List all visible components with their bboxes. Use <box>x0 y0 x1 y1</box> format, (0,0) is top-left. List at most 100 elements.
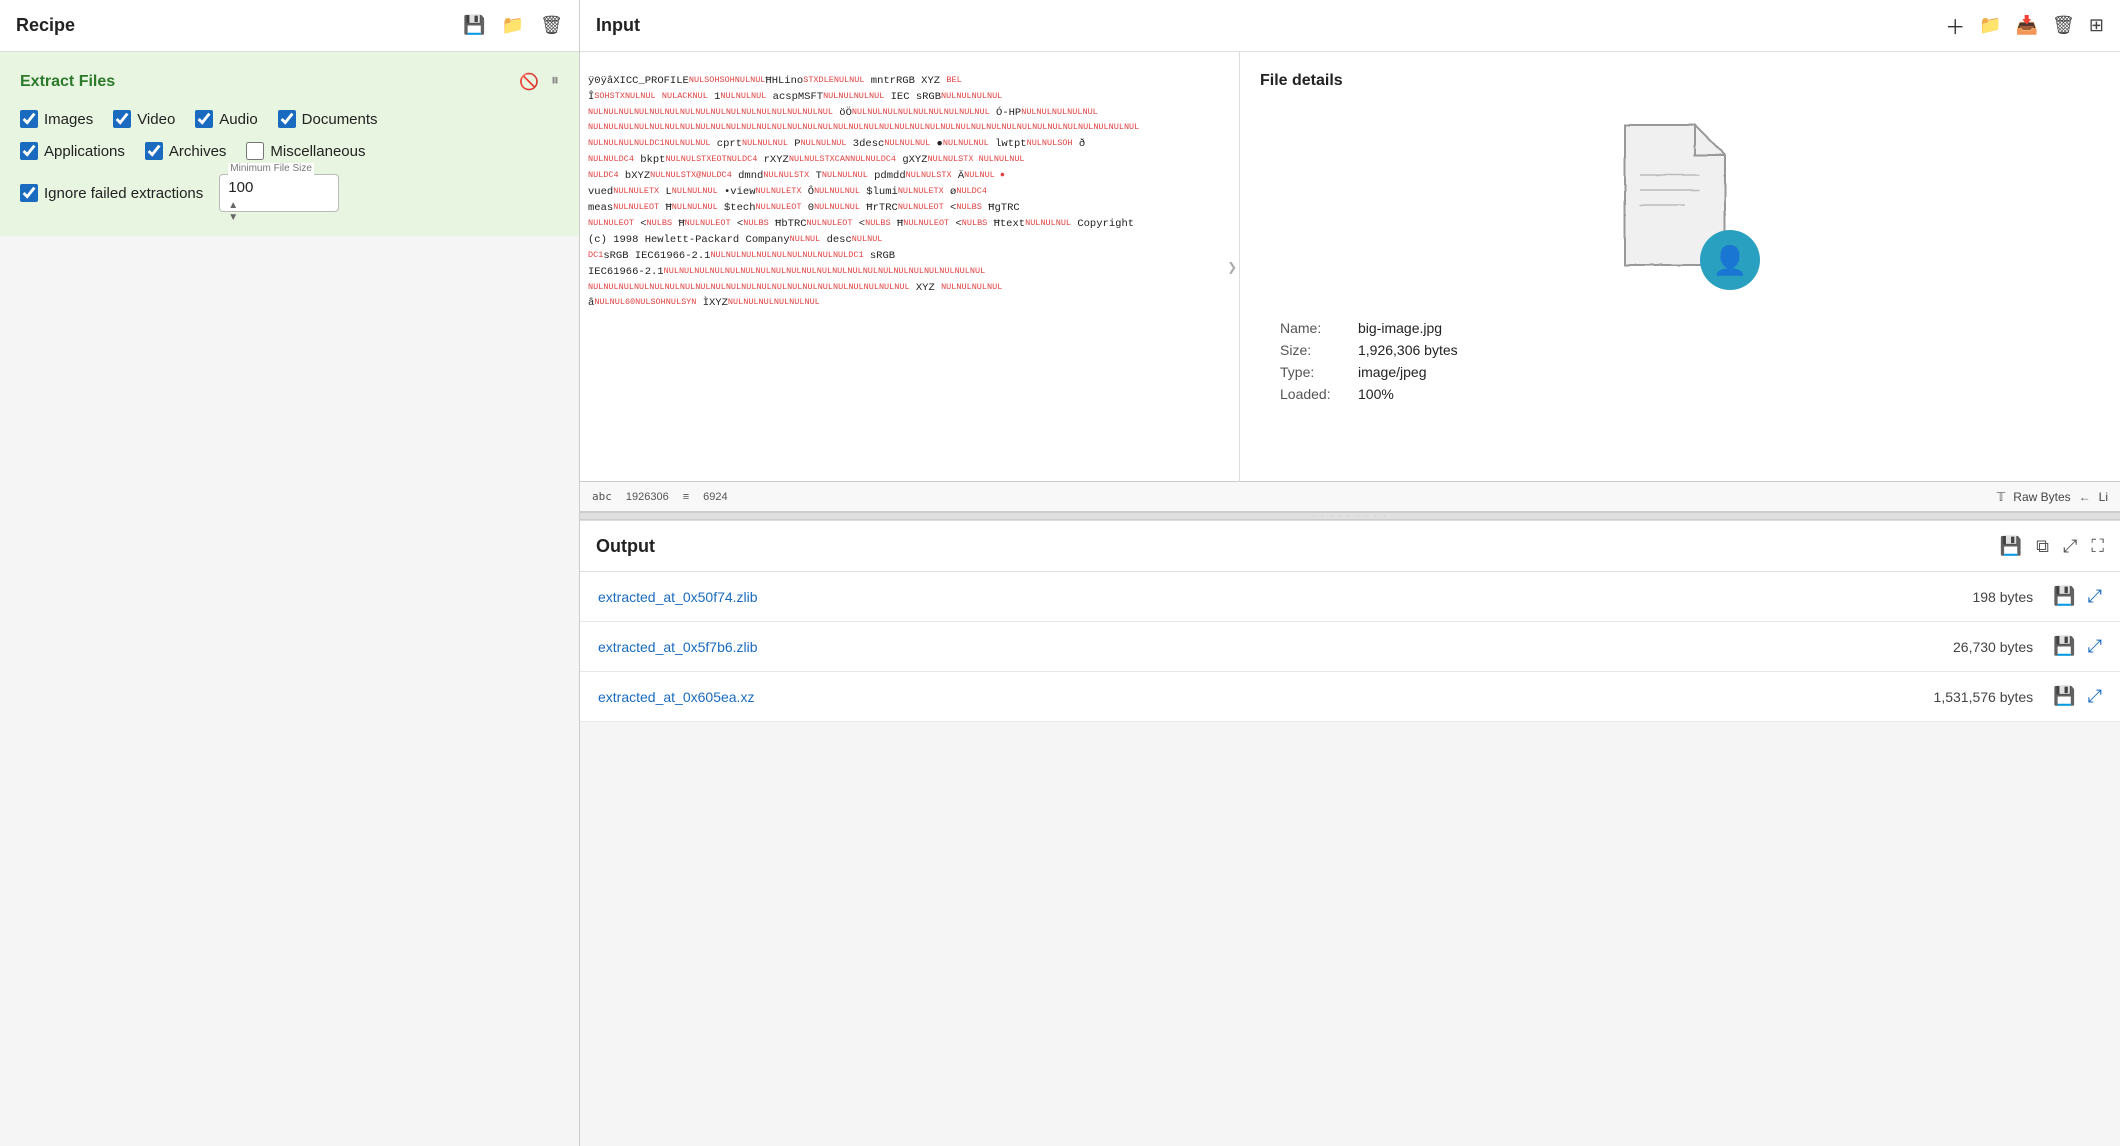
raw-bytes-button[interactable]: Raw Bytes <box>2013 490 2070 504</box>
audio-label: Audio <box>219 111 257 128</box>
font-icon: 𝕋 <box>1997 490 2006 504</box>
type-label: Type: <box>1280 364 1350 380</box>
output-right-2: 26,730 bytes 💾 ⤢ <box>1953 636 2102 657</box>
hex-mode-controls: 𝕋 Raw Bytes ← Li <box>1997 490 2108 504</box>
applications-label: Applications <box>44 143 125 160</box>
person-icon: 👤 <box>1713 244 1748 277</box>
min-size-value: 100 <box>228 179 253 196</box>
folder-icon[interactable]: 📁 <box>502 15 524 36</box>
output-item-3: extracted_at_0x605ea.xz 1,531,576 bytes … <box>580 672 2120 722</box>
miscellaneous-checkbox[interactable] <box>246 142 264 160</box>
output-export-3[interactable]: ⤢ <box>2088 686 2102 707</box>
extract-header-icons: 🚫 ⏸ <box>519 72 559 92</box>
grid-icon[interactable]: ⊞ <box>2089 15 2104 36</box>
recipe-title: Recipe <box>16 15 75 36</box>
hex-scroll-arrow[interactable]: ❯ <box>1227 255 1237 278</box>
extract-files-header: Extract Files 🚫 ⏸ <box>20 72 559 92</box>
right-panel: Input ＋ 📁 📥 🗑 ⊞ ÿ0ÿâXICC_PROFILENULSOHSO… <box>580 0 2120 1146</box>
audio-checkbox[interactable] <box>195 110 213 128</box>
images-checkbox-item[interactable]: Images <box>20 110 93 128</box>
min-size-field-label: Minimum File Size <box>228 163 314 175</box>
extract-files-section: Extract Files 🚫 ⏸ Images Video Audio <box>0 52 579 236</box>
output-item-2: extracted_at_0x5f7b6.zlib 26,730 bytes 💾… <box>580 622 2120 672</box>
output-save-3[interactable]: 💾 <box>2053 686 2075 707</box>
ban-icon[interactable]: 🚫 <box>519 72 539 92</box>
file-type-row-1: Images Video Audio Documents <box>20 110 559 128</box>
arrow-icon: ← <box>2079 490 2091 504</box>
min-size-wrapper: Minimum File Size 100 ▲ ▼ <box>219 174 339 212</box>
output-save-icon[interactable]: 💾 <box>2000 536 2022 557</box>
delete-icon[interactable]: 🗑 <box>2052 15 2075 36</box>
li-button[interactable]: Li <box>2099 490 2108 504</box>
hex-byte-count: 1926306 <box>626 491 669 503</box>
panel-divider[interactable]: · · · · · · · · · <box>580 512 2120 520</box>
size-value: 1,926,306 bytes <box>1358 342 1458 358</box>
spinner-down[interactable]: ▼ <box>228 212 238 223</box>
plus-icon[interactable]: ＋ <box>1945 11 1965 40</box>
hex-view: ÿ0ÿâXICC_PROFILENULSOHSOHNULNULĦHLinoSTX… <box>580 52 1240 481</box>
ignore-failed-checkbox-item[interactable]: Ignore failed extractions <box>20 184 203 202</box>
hex-lines-count: 6924 <box>703 491 727 503</box>
loaded-label: Loaded: <box>1280 386 1350 402</box>
documents-checkbox-item[interactable]: Documents <box>278 110 378 128</box>
video-checkbox[interactable] <box>113 110 131 128</box>
name-label: Name: <box>1280 320 1350 336</box>
input-title: Input <box>596 15 640 36</box>
file-size-row: Size: 1,926,306 bytes <box>1280 342 1458 358</box>
output-export-1[interactable]: ⤢ <box>2088 586 2102 607</box>
min-file-size-row: Ignore failed extractions Minimum File S… <box>20 174 559 212</box>
output-copy-icon[interactable]: ⧉ <box>2036 536 2049 557</box>
video-checkbox-item[interactable]: Video <box>113 110 175 128</box>
name-value: big-image.jpg <box>1358 320 1442 336</box>
archives-label: Archives <box>169 143 227 160</box>
recipe-header: Recipe 💾 📁 🗑 <box>0 0 579 52</box>
audio-checkbox-item[interactable]: Audio <box>195 110 257 128</box>
output-filename-1[interactable]: extracted_at_0x50f74.zlib <box>598 589 758 605</box>
hex-content: ÿ0ÿâXICC_PROFILENULSOHSOHNULNULĦHLinoSTX… <box>588 58 1231 445</box>
output-filename-3[interactable]: extracted_at_0x605ea.xz <box>598 689 754 705</box>
file-type-row-2: Applications Archives Miscellaneous <box>20 142 559 160</box>
output-save-2[interactable]: 💾 <box>2053 636 2075 657</box>
applications-checkbox[interactable] <box>20 142 38 160</box>
min-size-box: Minimum File Size 100 ▲ ▼ <box>219 174 339 212</box>
applications-checkbox-item[interactable]: Applications <box>20 142 125 160</box>
extract-files-title: Extract Files <box>20 73 115 91</box>
output-fullscreen-icon[interactable]: ⛶ <box>2091 536 2104 557</box>
loaded-value: 100% <box>1358 386 1394 402</box>
ignore-failed-checkbox[interactable] <box>20 184 38 202</box>
output-header: Output 💾 ⧉ ⤢ ⛶ <box>580 520 2120 572</box>
import-icon[interactable]: 📥 <box>2016 15 2038 36</box>
output-size-3: 1,531,576 bytes <box>1934 689 2034 705</box>
output-export-2[interactable]: ⤢ <box>2088 636 2102 657</box>
trash-icon[interactable]: 🗑 <box>540 15 563 36</box>
output-item-1: extracted_at_0x50f74.zlib 198 bytes 💾 ⤢ <box>580 572 2120 622</box>
file-name-row: Name: big-image.jpg <box>1280 320 1458 336</box>
images-checkbox[interactable] <box>20 110 38 128</box>
file-type-row: Type: image/jpeg <box>1280 364 1458 380</box>
file-details-panel: File details <box>1240 52 2120 481</box>
output-save-1[interactable]: 💾 <box>2053 586 2075 607</box>
size-label: Size: <box>1280 342 1350 358</box>
output-title: Output <box>596 536 655 557</box>
output-list: extracted_at_0x50f74.zlib 198 bytes 💾 ⤢ … <box>580 572 2120 1146</box>
left-panel: Recipe 💾 📁 🗑 Extract Files 🚫 ⏸ Images <box>0 0 580 1146</box>
new-folder-icon[interactable]: 📁 <box>1979 15 2001 36</box>
spinner-up[interactable]: ▲ <box>228 200 238 211</box>
output-filename-2[interactable]: extracted_at_0x5f7b6.zlib <box>598 639 758 655</box>
output-right-3: 1,531,576 bytes 💾 ⤢ <box>1934 686 2102 707</box>
output-expand-icon[interactable]: ⤢ <box>2063 536 2077 557</box>
save-icon[interactable]: 💾 <box>463 15 485 36</box>
spinner-arrows[interactable]: ▲ ▼ <box>228 200 238 223</box>
archives-checkbox-item[interactable]: Archives <box>145 142 227 160</box>
file-meta: Name: big-image.jpg Size: 1,926,306 byte… <box>1280 320 1458 408</box>
miscellaneous-checkbox-item[interactable]: Miscellaneous <box>246 142 365 160</box>
hex-abc-icon: abc <box>592 490 612 503</box>
pause-icon[interactable]: ⏸ <box>551 72 559 92</box>
file-badge: 👤 <box>1700 230 1760 290</box>
recipe-header-icons: 💾 📁 🗑 <box>463 15 563 36</box>
ignore-failed-label: Ignore failed extractions <box>44 185 203 202</box>
archives-checkbox[interactable] <box>145 142 163 160</box>
documents-checkbox[interactable] <box>278 110 296 128</box>
output-header-icons: 💾 ⧉ ⤢ ⛶ <box>2000 536 2104 557</box>
type-value: image/jpeg <box>1358 364 1427 380</box>
